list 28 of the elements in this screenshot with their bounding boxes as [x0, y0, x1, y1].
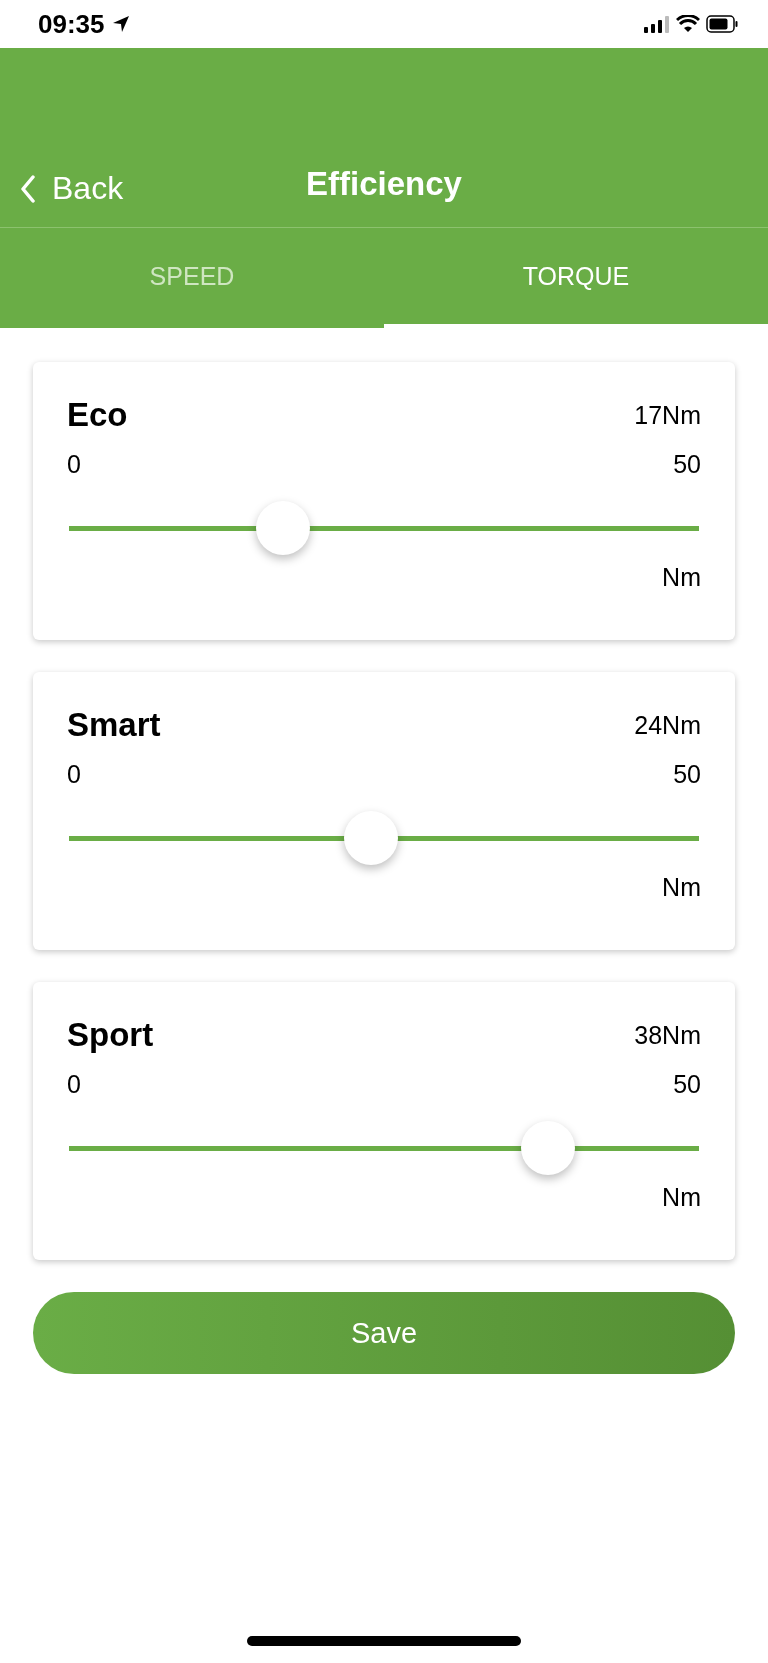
slider-thumb[interactable]	[256, 501, 311, 555]
screen-title: Efficiency	[305, 165, 463, 203]
status-time: 09:35	[38, 8, 105, 40]
torque-reading: 17Nm	[634, 400, 701, 430]
max-label: 50	[673, 760, 701, 789]
min-label: 0	[67, 450, 81, 479]
torque-reading: 38Nm	[634, 1020, 701, 1050]
max-label: 50	[673, 450, 701, 479]
tab[interactable]: TORQUE	[384, 228, 768, 328]
min-label: 0	[67, 760, 81, 789]
slider-thumb[interactable]	[520, 1121, 575, 1175]
max-label: 50	[673, 1070, 701, 1099]
torque-reading: 24Nm	[634, 710, 701, 740]
signal-icon	[644, 15, 670, 33]
unit-label: Nm	[662, 873, 701, 902]
unit-label: Nm	[662, 563, 701, 592]
save-button[interactable]: Save	[33, 1292, 735, 1374]
back-button[interactable]: Back	[0, 170, 124, 207]
wifi-icon	[676, 15, 700, 33]
tab[interactable]: SPEED	[0, 228, 384, 328]
mode-name: Eco	[67, 396, 128, 434]
unit-label: Nm	[662, 1183, 701, 1212]
min-label: 0	[67, 1070, 81, 1099]
mode-name: Sport	[67, 1016, 154, 1054]
slider-thumb[interactable]	[344, 811, 399, 865]
mode-name: Smart	[67, 706, 161, 744]
chevron-left-icon	[20, 174, 36, 203]
battery-icon	[706, 15, 738, 33]
